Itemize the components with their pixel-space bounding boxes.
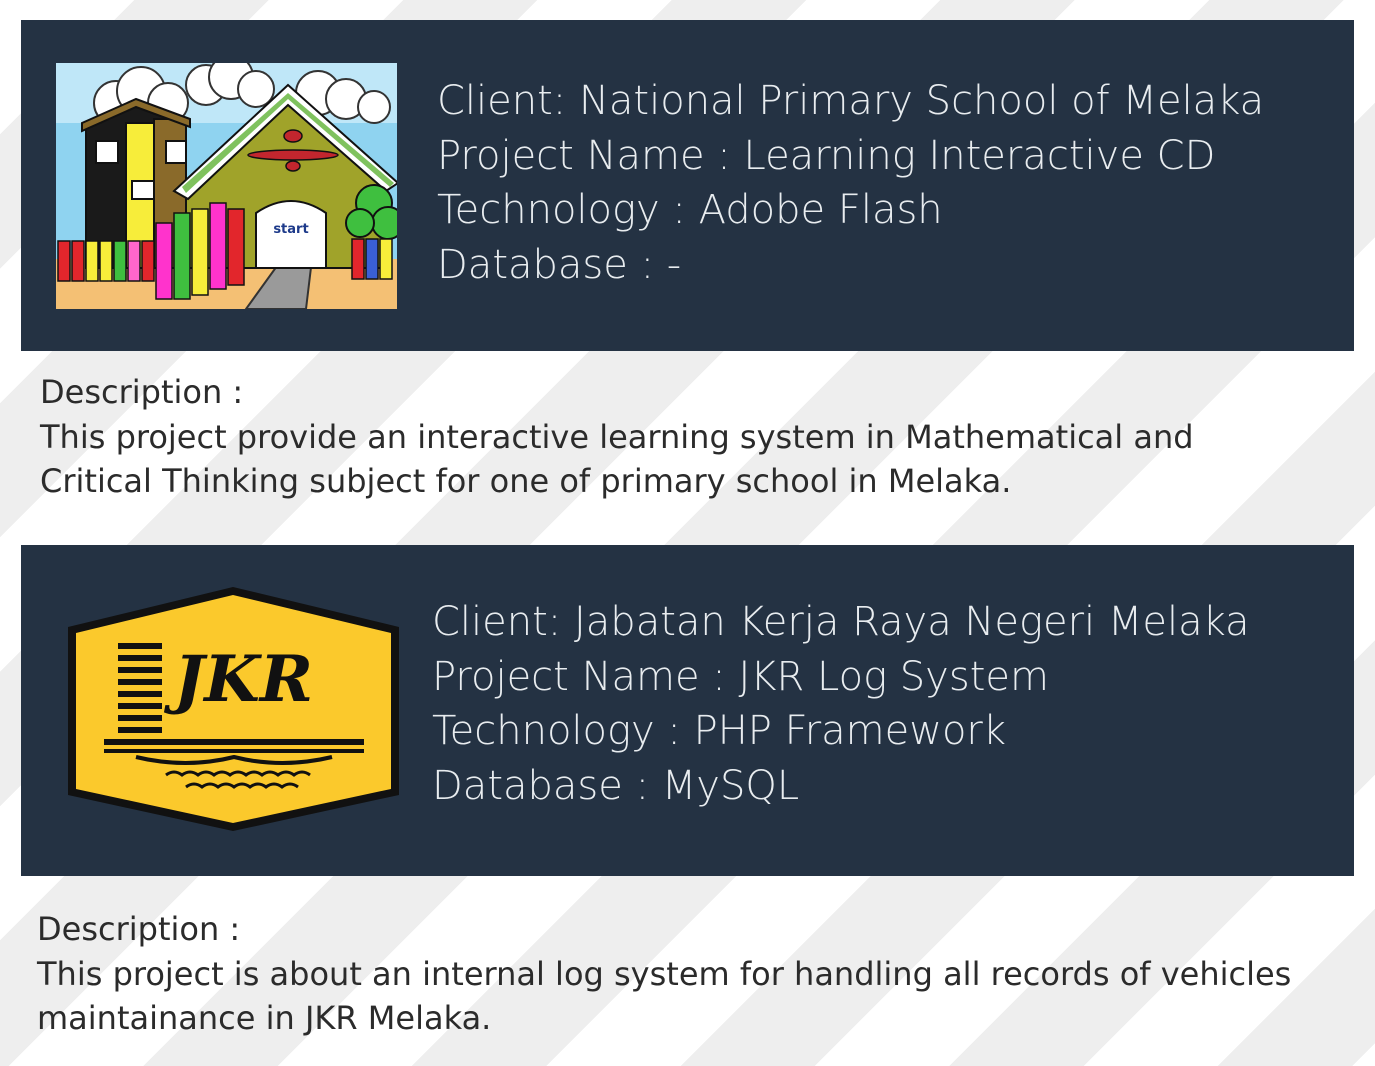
project-card-1: start Client: National Primary School of… <box>21 20 1354 351</box>
project-card-2: JKR Client: Jabatan Kerja Raya Negeri Me… <box>21 545 1354 876</box>
technology-text: Technology : Adobe Flash <box>437 187 943 234</box>
project-info-1: Client: National Primary School of Melak… <box>437 74 1264 292</box>
project-name-text: Project Name : Learning Interactive CD <box>437 132 1216 179</box>
database-text: Database : MySQL <box>432 762 800 809</box>
description-line: Critical Thinking subject for one of pri… <box>40 462 1012 500</box>
project-description-1: Description : This project provide an in… <box>40 370 1194 504</box>
jkr-logo-text: JKR <box>163 642 313 717</box>
database-text: Database : - <box>437 241 682 288</box>
description-line: This project is about an internal log sy… <box>37 954 1292 993</box>
client-text: Client: Jabatan Kerja Raya Negeri Melaka <box>432 599 1250 645</box>
description-heading: Description : <box>37 910 241 948</box>
school-cd-illustration: start <box>56 63 397 309</box>
start-label: start <box>273 222 308 237</box>
description-line: maintainance in JKR Melaka. <box>37 999 492 1037</box>
project-description-2: Description : This project is about an i… <box>37 907 1291 1041</box>
project-info-2: Client: Jabatan Kerja Raya Negeri Melaka… <box>432 595 1250 813</box>
jkr-logo: JKR <box>66 585 401 835</box>
client-text: Client: National Primary School of Melak… <box>437 78 1265 124</box>
description-line: This project provide an interactive lear… <box>40 417 1194 456</box>
technology-text: Technology : PHP Framework <box>432 708 1007 755</box>
description-heading: Description : <box>40 373 244 411</box>
project-name-text: Project Name : JKR Log System <box>432 653 1049 700</box>
